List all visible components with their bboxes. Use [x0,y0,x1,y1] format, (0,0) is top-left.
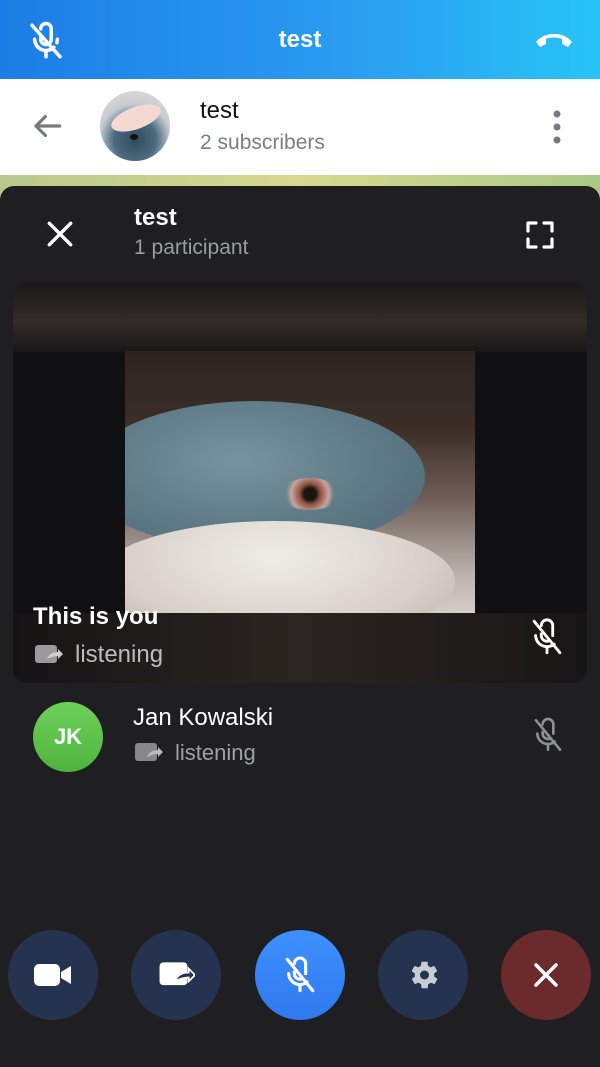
self-status: listening [33,641,163,669]
self-label: This is you [33,603,159,630]
call-title: test [278,25,322,53]
fullscreen-icon[interactable] [524,219,556,251]
gear-icon [411,961,438,989]
call-controls [0,930,600,1020]
close-icon[interactable] [44,218,76,250]
video-button[interactable] [8,930,98,1020]
arrow-left-icon[interactable] [28,107,66,145]
self-video-tile[interactable]: This is you listening [13,283,587,683]
participant-avatar: JK [33,702,103,772]
participant-status: listening [133,740,256,766]
chat-avatar[interactable] [100,91,170,161]
participant-name: Jan Kowalski [133,704,274,731]
screen-share-icon [135,743,163,761]
screen-share-icon [159,962,195,986]
self-status-text: listening [75,641,164,668]
call-top-bar: test [0,0,600,79]
settings-button[interactable] [378,930,468,1020]
chat-header: test 2 subscribers [0,79,600,175]
chat-name[interactable]: test [200,97,239,125]
call-panel-title: test [134,204,177,231]
participant-row[interactable]: JK Jan Kowalski listening [0,696,600,786]
mic-off-icon[interactable] [25,20,67,62]
participant-status-text: listening [175,740,256,765]
hang-up-icon[interactable] [532,22,576,58]
screen-share-icon [35,645,63,663]
group-call-panel: test 1 participant This is you listening [0,186,600,1067]
leave-button[interactable] [501,930,591,1020]
close-icon [534,963,558,987]
participant-count: 1 participant [134,236,249,259]
video-camera-icon [34,964,71,986]
subscriber-count: 2 subscribers [200,131,325,154]
mute-button[interactable] [255,930,345,1020]
screen-share-button[interactable] [131,930,221,1020]
camera-video-frame [125,351,475,613]
mic-off-icon [532,618,562,655]
mic-off-icon [285,956,315,993]
more-vertical-icon[interactable] [552,109,562,145]
mic-off-icon [534,717,562,752]
